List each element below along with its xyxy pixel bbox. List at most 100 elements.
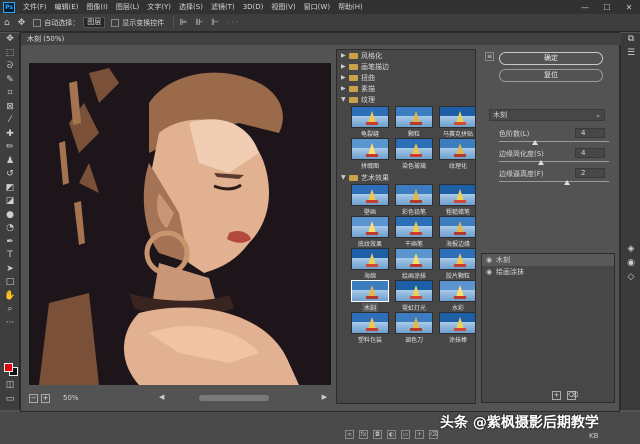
frame-tool-icon[interactable]: ⊠ <box>0 101 20 115</box>
zoom-level[interactable]: 50% <box>63 394 79 402</box>
hand-tool-icon[interactable]: ✋ <box>0 290 20 304</box>
path-select-tool-icon[interactable]: ➤ <box>0 263 20 277</box>
layers-panel-icon[interactable]: ◈ <box>621 243 640 257</box>
param-slider-knob[interactable] <box>564 180 570 185</box>
more-tools-icon[interactable]: ··· <box>0 317 20 331</box>
show-transform-checkbox[interactable] <box>111 18 120 27</box>
param-slider-knob[interactable] <box>532 140 538 145</box>
scroll-left-icon[interactable]: ◀ <box>159 393 164 401</box>
new-layer-icon[interactable]: + <box>415 430 424 439</box>
blur-tool-icon[interactable]: ● <box>0 209 20 223</box>
artistic-thumb[interactable]: 粗糙蜡笔 <box>439 184 475 216</box>
artistic-thumb[interactable]: 木刻 <box>351 280 389 312</box>
eyedropper-tool-icon[interactable]: ⁄ <box>0 114 20 128</box>
paint-bucket-tool-icon[interactable]: ◪ <box>0 195 20 209</box>
category-distort[interactable]: ▶ 扭曲 <box>337 72 475 83</box>
artistic-thumb[interactable]: 绘画涂抹 <box>395 248 433 280</box>
texture-thumb[interactable]: 颗粒 <box>395 106 433 138</box>
texture-thumb[interactable]: 染色玻璃 <box>395 138 433 170</box>
color-swatches[interactable] <box>4 361 18 376</box>
auto-select-checkbox[interactable] <box>33 18 42 27</box>
artistic-thumb[interactable]: 涂抹棒 <box>439 312 475 344</box>
category-stylize[interactable]: ▶ 风格化 <box>337 50 475 61</box>
history-panel-icon[interactable]: ⧉ <box>621 33 640 47</box>
texture-thumb[interactable]: 拼缀图 <box>351 138 389 170</box>
eraser-tool-icon[interactable]: ◩ <box>0 182 20 196</box>
menu-filter[interactable]: 滤镜(T) <box>207 2 239 12</box>
properties-panel-icon[interactable]: ☰ <box>621 47 640 61</box>
rectangle-tool-icon[interactable]: □ <box>0 276 20 290</box>
preview-canvas[interactable] <box>29 63 331 385</box>
close-window-button[interactable]: ✕ <box>618 3 640 12</box>
marquee-tool-icon[interactable]: ⬚ <box>0 47 20 61</box>
history-brush-tool-icon[interactable]: ↺ <box>0 168 20 182</box>
artistic-thumb[interactable]: 水彩 <box>439 280 475 312</box>
lasso-tool-icon[interactable]: ᘐ <box>0 60 20 74</box>
artistic-thumb[interactable]: 干画笔 <box>395 216 433 248</box>
param-slider-knob[interactable] <box>538 160 544 165</box>
menu-help[interactable]: 帮助(H) <box>334 2 367 12</box>
crop-tool-icon[interactable]: ⌗ <box>0 87 20 101</box>
ok-button[interactable]: 确定 <box>499 52 603 65</box>
artistic-thumb[interactable]: 底纹效果 <box>351 216 389 248</box>
category-brush-strokes[interactable]: ▶ 画笔描边 <box>337 61 475 72</box>
move-tool-icon[interactable]: ✥ <box>0 33 20 47</box>
menu-layer[interactable]: 图层(L) <box>112 2 143 12</box>
home-icon[interactable]: ⌂ <box>4 18 10 28</box>
new-effect-layer-icon[interactable]: + <box>552 390 561 400</box>
healing-brush-tool-icon[interactable]: ✚ <box>0 128 20 142</box>
add-mask-icon[interactable]: ◘ <box>373 430 382 439</box>
artistic-thumb[interactable]: 彩色铅笔 <box>395 184 433 216</box>
maximize-button[interactable]: ☐ <box>596 3 618 12</box>
auto-select-dropdown[interactable]: 图层 <box>83 17 106 28</box>
zoom-in-button[interactable]: + <box>41 393 50 403</box>
scroll-thumb[interactable] <box>199 395 269 401</box>
menu-file[interactable]: 文件(F) <box>19 2 51 12</box>
param-value-input[interactable]: 4 <box>575 128 605 138</box>
dodge-tool-icon[interactable]: ◔ <box>0 222 20 236</box>
more-options-icon[interactable]: ··· <box>227 18 241 27</box>
eye-icon[interactable]: ◉ <box>486 256 496 264</box>
reset-button[interactable]: 复位 <box>499 69 603 82</box>
artistic-thumb[interactable]: 海绵 <box>351 248 389 280</box>
link-layers-icon[interactable]: ∞ <box>345 430 354 439</box>
param-value-input[interactable]: 2 <box>575 168 605 178</box>
paths-panel-icon[interactable]: ◇ <box>621 271 640 285</box>
adjustment-layer-icon[interactable]: ◐ <box>387 430 396 439</box>
screen-mode-icon[interactable]: ▭ <box>0 393 20 407</box>
menu-type[interactable]: 文字(Y) <box>143 2 175 12</box>
texture-thumb[interactable]: 纹理化 <box>439 138 475 170</box>
collapse-gallery-icon[interactable]: ≡ <box>485 52 494 61</box>
param-value-input[interactable]: 4 <box>575 148 605 158</box>
align-right-icon[interactable]: ⊩ <box>211 18 219 28</box>
menu-edit[interactable]: 编辑(E) <box>51 2 83 12</box>
artistic-thumb[interactable]: 胶片颗粒 <box>439 248 475 280</box>
artistic-thumb[interactable]: 霓虹灯光 <box>395 280 433 312</box>
eye-icon[interactable]: ◉ <box>486 268 496 276</box>
delete-effect-layer-icon[interactable]: ⌫ <box>567 390 578 400</box>
category-sketch[interactable]: ▶ 素描 <box>337 83 475 94</box>
scroll-right-icon[interactable]: ▶ <box>322 393 327 401</box>
param-slider-track[interactable] <box>499 181 609 182</box>
align-left-icon[interactable]: ⊫ <box>179 18 187 28</box>
preview-scrollbar[interactable]: ◀ ▶ <box>149 393 329 402</box>
menu-select[interactable]: 选择(S) <box>175 2 207 12</box>
artistic-thumb[interactable]: 海报边缘 <box>439 216 475 248</box>
menu-image[interactable]: 图像(I) <box>82 2 112 12</box>
channels-panel-icon[interactable]: ◉ <box>621 257 640 271</box>
quick-mask-icon[interactable]: ◫ <box>0 379 20 393</box>
param-slider-track[interactable] <box>499 141 609 142</box>
fx-icon[interactable]: fx <box>359 430 368 439</box>
clone-stamp-tool-icon[interactable]: ♟ <box>0 155 20 169</box>
menu-view[interactable]: 视图(V) <box>267 2 299 12</box>
pen-tool-icon[interactable]: ✒ <box>0 236 20 250</box>
artistic-thumb[interactable]: 壁画 <box>351 184 389 216</box>
menu-3d[interactable]: 3D(D) <box>239 3 268 11</box>
artistic-thumb[interactable]: 调色刀 <box>395 312 433 344</box>
group-icon[interactable]: ▭ <box>401 430 410 439</box>
menu-window[interactable]: 窗口(W) <box>300 2 334 12</box>
effect-layer-row[interactable]: ◉ 绘画涂抹 <box>482 266 614 278</box>
move-tool-icon[interactable]: ✥ <box>18 18 26 28</box>
quick-select-tool-icon[interactable]: ✎ <box>0 74 20 88</box>
trash-icon[interactable]: ⌫ <box>429 430 438 439</box>
